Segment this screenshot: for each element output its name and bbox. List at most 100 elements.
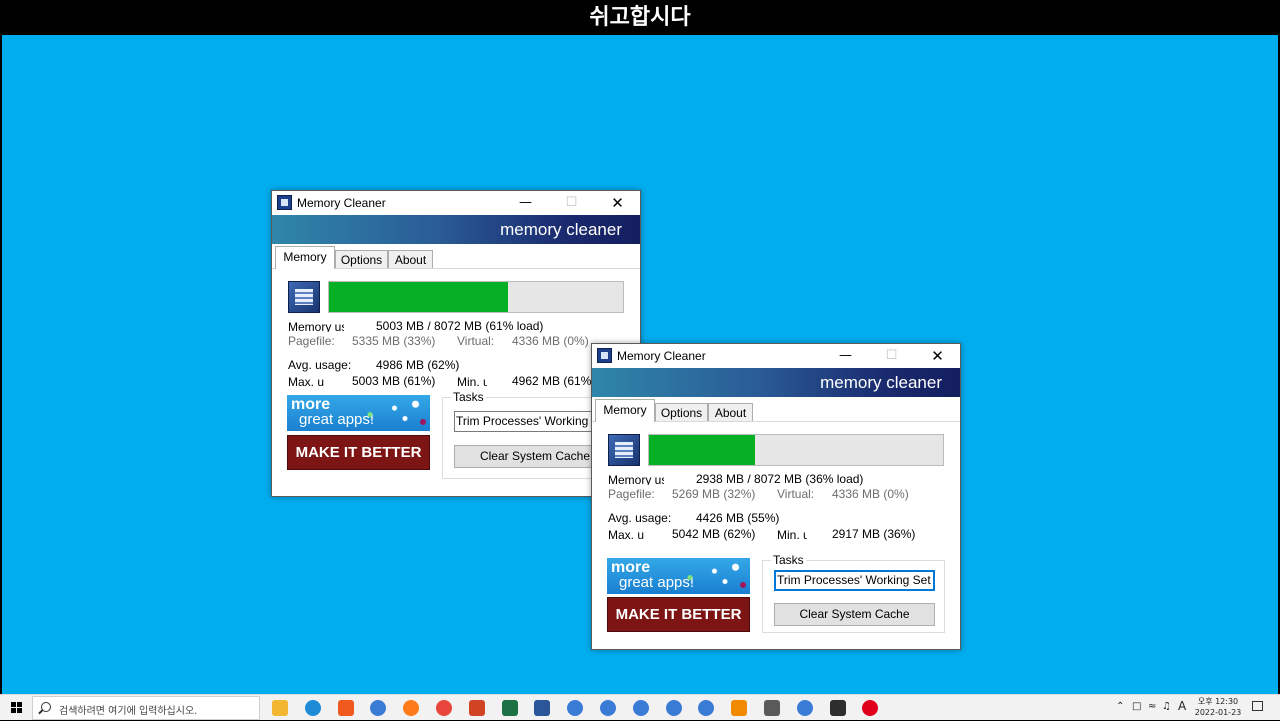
app-taskbar-icon[interactable] [370, 700, 387, 716]
tab-about[interactable]: About [388, 250, 433, 268]
more-great-apps-ad[interactable]: more great apps! [287, 395, 430, 431]
app-taskbar-icon[interactable] [632, 700, 649, 716]
vlc-taskbar-icon[interactable] [731, 700, 748, 716]
tab-options[interactable]: Options [335, 250, 388, 268]
taskbar-search-box[interactable]: 검색하려면 여기에 입력하십시오. [32, 696, 260, 720]
top-banner: 쉬고합시다 [0, 0, 1280, 35]
memory-chip-icon [288, 281, 320, 313]
clock-date: 2022-01-23 [1194, 708, 1242, 717]
chrome-taskbar-icon[interactable] [436, 700, 452, 716]
word-taskbar-icon[interactable] [534, 700, 551, 716]
app-taskbar-icon[interactable] [796, 700, 813, 716]
ad-snowflake-decoration [356, 399, 426, 425]
search-placeholder: 검색하려면 여기에 입력하십시오. [59, 706, 198, 717]
windows-logo-pane [11, 708, 16, 713]
max-usage-value: 5003 MB (61%) [352, 374, 436, 388]
memory-cleaner-app-icon [277, 195, 292, 210]
avg-usage-label: Avg. usage: [288, 358, 352, 372]
calculator-taskbar-icon[interactable] [764, 700, 780, 716]
make-it-better-button[interactable]: MAKE IT BETTER [607, 597, 750, 632]
app-taskbar-icon[interactable] [600, 700, 616, 716]
battery-icon[interactable]: □ [1132, 701, 1141, 712]
avg-usage-value: 4426 MB (55%) [696, 511, 780, 525]
volume-icon[interactable]: ♫ [1162, 701, 1171, 712]
memory-panel: Memory usage: 5003 MB / 8072 MB (61% loa… [272, 269, 640, 496]
input-method-indicator[interactable]: A [1178, 699, 1186, 713]
app-header-banner: memory cleaner [272, 215, 640, 244]
pagefile-value: 5335 MB (33%) [352, 334, 436, 348]
tab-strip: Memory Options About [272, 244, 640, 269]
avg-usage-value: 4986 MB (62%) [376, 358, 460, 372]
memory-chip-icon [608, 434, 640, 466]
clear-system-cache-button[interactable]: Clear System Cache [774, 603, 935, 626]
max-usage-label: Max. usage: [608, 528, 644, 540]
title-bar[interactable]: Memory Cleaner — ☐ ✕ [272, 191, 640, 215]
taskbar-clock[interactable]: 오후 12:30 2022-01-23 [1192, 696, 1244, 718]
memory-cleaner-window-front[interactable]: Memory Cleaner — ☐ ✕ memory cleaner Memo… [591, 343, 961, 650]
sticky-notes-taskbar-icon[interactable] [829, 700, 846, 716]
window-title: Memory Cleaner [297, 196, 386, 210]
min-usage-label: Min. usage: [777, 528, 807, 540]
start-button[interactable] [0, 695, 32, 721]
edge-taskbar-icon[interactable] [304, 700, 321, 716]
minimize-button[interactable]: — [503, 191, 548, 215]
app-taskbar-icon[interactable] [698, 700, 715, 716]
close-button[interactable]: ✕ [595, 191, 640, 215]
more-great-apps-ad[interactable]: more great apps! [607, 558, 750, 594]
app-header-text: memory cleaner [500, 220, 622, 239]
tab-memory[interactable]: Memory [275, 246, 335, 269]
show-hidden-icons[interactable]: ⌃ [1116, 701, 1124, 712]
avg-usage-label: Avg. usage: [608, 511, 672, 525]
minimize-button[interactable]: — [823, 344, 868, 368]
max-usage-label: Max. usage: [288, 375, 324, 387]
powerpoint-taskbar-icon[interactable] [468, 700, 485, 716]
network-icon[interactable]: ≈ [1148, 701, 1156, 712]
min-usage-value: 4962 MB (61%) [512, 374, 596, 388]
tasks-group-label: Tasks [451, 390, 486, 404]
search-icon [41, 702, 51, 712]
memory-load-bar [648, 434, 944, 466]
close-button[interactable]: ✕ [915, 344, 960, 368]
window-title: Memory Cleaner [617, 349, 706, 363]
excel-taskbar-icon[interactable] [501, 700, 518, 716]
virtual-value: 4336 MB (0%) [832, 487, 909, 501]
app-header-banner: memory cleaner [592, 368, 960, 397]
opera-taskbar-icon[interactable] [862, 700, 879, 716]
memory-cleaner-window-back[interactable]: Memory Cleaner — ☐ ✕ memory cleaner Memo… [271, 190, 641, 497]
tab-memory[interactable]: Memory [595, 399, 655, 422]
virtual-label: Virtual: [457, 334, 495, 348]
tab-options[interactable]: Options [655, 403, 708, 421]
taskbar: 검색하려면 여기에 입력하십시오. ⌃ □ ≈ ♫ A 오후 12:30 202… [0, 694, 1280, 720]
trim-working-set-button[interactable]: Trim Processes' Working Set [774, 570, 935, 591]
pagefile-label: Pagefile: [288, 334, 335, 348]
clock-time: 오후 12:30 [1197, 697, 1239, 706]
make-it-better-button[interactable]: MAKE IT BETTER [287, 435, 430, 470]
tab-strip: Memory Options About [592, 397, 960, 422]
title-bar[interactable]: Memory Cleaner — ☐ ✕ [592, 344, 960, 368]
memory-usage-label: Memory usage: [288, 320, 344, 332]
memory-load-bar [328, 281, 624, 313]
maximize-button[interactable]: ☐ [549, 191, 594, 215]
app-taskbar-icon[interactable] [665, 700, 682, 716]
notification-center-icon[interactable] [1252, 701, 1263, 711]
file-explorer-taskbar-icon[interactable] [272, 700, 288, 716]
windows-logo-pane [17, 708, 22, 713]
brave-taskbar-icon[interactable] [337, 700, 354, 716]
tasks-group: Tasks Trim Processes' Working Set Clear … [762, 553, 945, 633]
tab-about[interactable]: About [708, 403, 753, 421]
ad-snowflake-decoration [676, 562, 746, 588]
maximize-button[interactable]: ☐ [869, 344, 914, 368]
min-usage-value: 2917 MB (36%) [832, 527, 916, 541]
pagefile-label: Pagefile: [608, 487, 655, 501]
memory-usage-value: 2938 MB / 8072 MB (36% load) [696, 472, 864, 486]
max-usage-value: 5042 MB (62%) [672, 527, 756, 541]
virtual-value: 4336 MB (0%) [512, 334, 589, 348]
memory-panel: Memory usage: 2938 MB / 8072 MB (36% loa… [592, 422, 960, 649]
app-header-text: memory cleaner [820, 373, 942, 392]
memory-usage-value: 5003 MB / 8072 MB (61% load) [376, 319, 544, 333]
app-taskbar-icon[interactable] [567, 700, 584, 716]
tasks-group-label: Tasks [771, 553, 806, 567]
windows-logo-pane [17, 702, 22, 707]
firefox-taskbar-icon[interactable] [403, 700, 420, 716]
virtual-label: Virtual: [777, 487, 815, 501]
